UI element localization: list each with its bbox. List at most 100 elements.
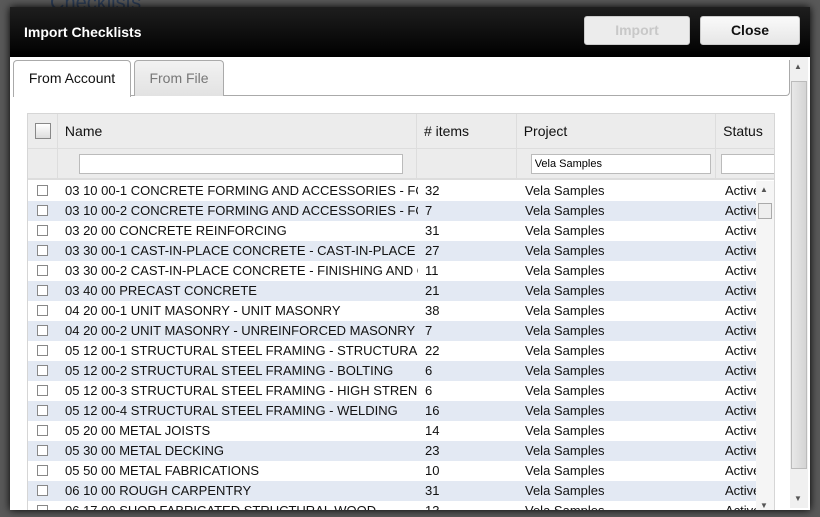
row-checkbox[interactable] xyxy=(37,325,48,336)
cell-items: 31 xyxy=(425,223,440,238)
cell-name: 05 12 00-3 STRUCTURAL STEEL FRAMING - HI… xyxy=(65,383,418,398)
scroll-down-icon[interactable]: ▼ xyxy=(794,494,802,503)
grid-scroll-thumb[interactable] xyxy=(758,203,772,219)
cell-status: Active xyxy=(725,183,756,198)
cell-status: Active xyxy=(725,443,756,458)
cell-project: Vela Samples xyxy=(525,263,605,278)
cell-project: Vela Samples xyxy=(525,303,605,318)
table-row[interactable]: 05 12 00-3 STRUCTURAL STEEL FRAMING - HI… xyxy=(28,381,756,401)
cell-name: 06 17 00 SHOP FABRICATED STRUCTURAL WOOD xyxy=(58,501,418,510)
scroll-up-icon[interactable]: ▲ xyxy=(760,185,768,194)
table-row[interactable]: 03 40 00 PRECAST CONCRETE 21 Vela Sample… xyxy=(28,281,756,301)
row-checkbox[interactable] xyxy=(37,245,48,256)
cell-items: 11 xyxy=(425,263,439,278)
scroll-up-icon[interactable]: ▲ xyxy=(794,62,802,71)
row-checkbox[interactable] xyxy=(37,505,48,510)
cell-project: Vela Samples xyxy=(525,183,605,198)
cell-status: Active xyxy=(725,323,756,338)
cell-project: Vela Samples xyxy=(525,343,605,358)
cell-status: Active xyxy=(725,343,756,358)
column-header-name[interactable]: Name xyxy=(58,114,417,148)
column-header-items[interactable]: # items xyxy=(417,114,517,148)
row-checkbox[interactable] xyxy=(37,405,48,416)
row-checkbox[interactable] xyxy=(37,385,48,396)
table-row[interactable]: 06 17 00 SHOP FABRICATED STRUCTURAL WOOD… xyxy=(28,501,756,510)
cell-items: 27 xyxy=(425,243,440,258)
import-button[interactable]: Import xyxy=(584,16,690,45)
table-row[interactable]: 05 12 00-2 STRUCTURAL STEEL FRAMING - BO… xyxy=(28,361,756,381)
cell-items: 13 xyxy=(418,501,518,510)
cell-name: 05 12 00-1 STRUCTURAL STEEL FRAMING - ST… xyxy=(65,343,418,358)
table-row[interactable]: 04 20 00-2 UNIT MASONRY - UNREINFORCED M… xyxy=(28,321,756,341)
row-checkbox[interactable] xyxy=(37,265,48,276)
tab-from-file[interactable]: From File xyxy=(134,60,224,96)
table-row[interactable]: 05 12 00-1 STRUCTURAL STEEL FRAMING - ST… xyxy=(28,341,756,361)
cell-name: 05 20 00 METAL JOISTS xyxy=(65,423,211,438)
cell-project: Vela Samples xyxy=(525,423,605,438)
row-checkbox[interactable] xyxy=(37,365,48,376)
grid-scrollbar[interactable]: ▲ ▼ xyxy=(756,181,774,510)
table-row[interactable]: 03 10 00-1 CONCRETE FORMING AND ACCESSOR… xyxy=(28,181,756,201)
table-row[interactable]: 05 20 00 METAL JOISTS 14 Vela Samples Ac… xyxy=(28,421,756,441)
cell-items: 32 xyxy=(425,183,440,198)
cell-project: Vela Samples xyxy=(525,383,605,398)
cell-status: Active xyxy=(725,283,756,298)
cell-name: 05 12 00-2 STRUCTURAL STEEL FRAMING - BO… xyxy=(65,363,394,378)
status-filter-input[interactable] xyxy=(721,154,774,174)
row-checkbox[interactable] xyxy=(37,425,48,436)
row-checkbox[interactable] xyxy=(37,445,48,456)
cell-items: 38 xyxy=(425,303,440,318)
cell-name: 03 40 00 PRECAST CONCRETE xyxy=(65,283,257,298)
cell-project: Vela Samples xyxy=(525,243,605,258)
table-row[interactable]: 05 30 00 METAL DECKING 23 Vela Samples A… xyxy=(28,441,756,461)
table-row[interactable]: 06 10 00 ROUGH CARPENTRY 31 Vela Samples… xyxy=(28,481,756,501)
cell-status: Active xyxy=(725,303,756,318)
cell-project: Vela Samples xyxy=(525,443,605,458)
dialog-title: Import Checklists xyxy=(24,24,142,40)
cell-project: Vela Samples xyxy=(525,363,605,378)
cell-status: Active xyxy=(725,223,756,238)
cell-items: 21 xyxy=(425,283,440,298)
cell-project: Vela Samples xyxy=(525,403,605,418)
cell-project: Vela Samples xyxy=(525,223,605,238)
dialog-scroll-thumb[interactable] xyxy=(791,81,807,469)
grid-body: 03 10 00-1 CONCRETE FORMING AND ACCESSOR… xyxy=(28,181,756,510)
cell-name: 04 20 00-1 UNIT MASONRY - UNIT MASONRY xyxy=(65,303,341,318)
import-checklists-dialog: Import Checklists Import Close From Acco… xyxy=(10,7,810,510)
cell-items: 10 xyxy=(425,463,440,478)
row-checkbox[interactable] xyxy=(37,285,48,296)
scroll-down-icon[interactable]: ▼ xyxy=(760,501,768,510)
table-row[interactable]: 03 30 00-2 CAST-IN-PLACE CONCRETE - FINI… xyxy=(28,261,756,281)
cell-name: 06 10 00 ROUGH CARPENTRY xyxy=(65,483,252,498)
row-checkbox[interactable] xyxy=(37,185,48,196)
table-row[interactable]: 05 50 00 METAL FABRICATIONS 10 Vela Samp… xyxy=(28,461,756,481)
row-checkbox[interactable] xyxy=(37,205,48,216)
dialog-scrollbar[interactable]: ▲ ▼ xyxy=(790,57,808,508)
cell-items: 16 xyxy=(425,403,440,418)
close-button[interactable]: Close xyxy=(700,16,800,45)
table-row[interactable]: 04 20 00-1 UNIT MASONRY - UNIT MASONRY 3… xyxy=(28,301,756,321)
row-checkbox[interactable] xyxy=(37,465,48,476)
cell-name: 03 20 00 CONCRETE REINFORCING xyxy=(65,223,287,238)
select-all-checkbox[interactable] xyxy=(35,123,51,139)
column-header-project[interactable]: Project xyxy=(517,114,717,148)
row-checkbox[interactable] xyxy=(37,345,48,356)
table-row[interactable]: 03 20 00 CONCRETE REINFORCING 31 Vela Sa… xyxy=(28,221,756,241)
tab-from-account[interactable]: From Account xyxy=(13,60,131,97)
cell-status: Active xyxy=(725,423,756,438)
row-checkbox[interactable] xyxy=(37,305,48,316)
cell-status: Active xyxy=(718,501,756,510)
cell-name: 03 30 00-1 CAST-IN-PLACE CONCRETE - CAST… xyxy=(65,243,418,258)
row-checkbox[interactable] xyxy=(37,225,48,236)
table-row[interactable]: 03 30 00-1 CAST-IN-PLACE CONCRETE - CAST… xyxy=(28,241,756,261)
row-checkbox[interactable] xyxy=(37,485,48,496)
column-header-status[interactable]: Status xyxy=(716,114,774,148)
name-filter-input[interactable] xyxy=(78,154,403,174)
cell-name: 05 12 00-4 STRUCTURAL STEEL FRAMING - WE… xyxy=(65,403,398,418)
table-row[interactable]: 03 10 00-2 CONCRETE FORMING AND ACCESSOR… xyxy=(28,201,756,221)
project-filter-input[interactable] xyxy=(530,154,711,174)
cell-project: Vela Samples xyxy=(525,463,605,478)
cell-status: Active xyxy=(725,203,756,218)
cell-items: 23 xyxy=(425,443,440,458)
table-row[interactable]: 05 12 00-4 STRUCTURAL STEEL FRAMING - WE… xyxy=(28,401,756,421)
